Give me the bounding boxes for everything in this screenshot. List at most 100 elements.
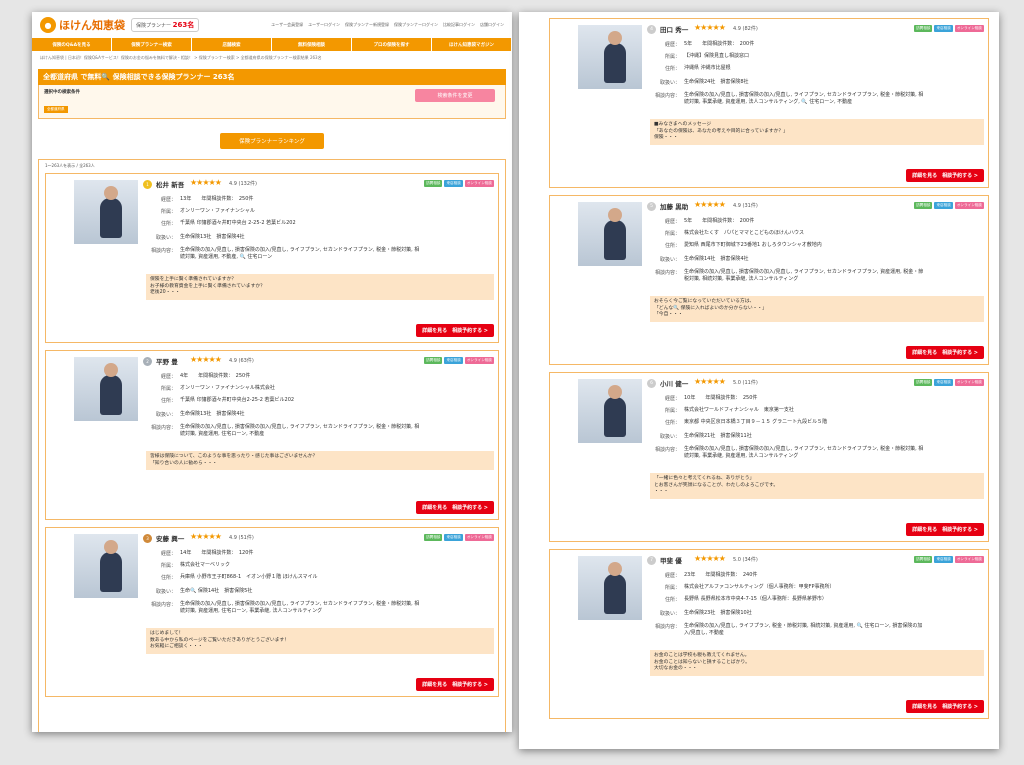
badge-store: 来店相談: [444, 180, 463, 187]
ranking-button[interactable]: 保険プランナーランキング: [220, 133, 324, 149]
consult-badges: 訪問相談 来店相談 オンライン相談: [914, 379, 984, 386]
nav-item[interactable]: プロの保険を探す: [352, 38, 432, 51]
detail-reserve-button[interactable]: 詳細を見る 相談予約する >: [416, 678, 494, 691]
address-row: 住所： 兵庫県 小野市王子町868-1 イオン小野１階 ほけんスマイル: [160, 574, 318, 581]
badge-visit: 訪問相談: [914, 556, 933, 563]
nav-item[interactable]: 保険のQ&Aを見る: [32, 38, 112, 51]
office-row: 所属： 株式会社マーベリック: [160, 562, 231, 569]
career-row: 経歴： 10年 年間相談件数： 250件: [664, 395, 758, 402]
star-rating-icon: ★★★★★: [190, 532, 222, 541]
rating-value: 5.0 (11件): [733, 380, 758, 386]
badge-online: オンライン相談: [954, 379, 984, 386]
star-rating-icon: ★★★★★: [694, 554, 726, 563]
rank-icon: 1: [143, 180, 152, 189]
condition-tag: 全都道府県: [44, 106, 68, 113]
header-link[interactable]: 保険プランナーログイン: [394, 22, 438, 28]
planner-list: 1〜263人を表示 / 全263人 1 松井 新吾 ★★★★★ 4.9 (132…: [38, 159, 506, 732]
detail-reserve-button[interactable]: 詳細を見る 相談予約する >: [416, 324, 494, 337]
planner-photo[interactable]: [578, 379, 642, 443]
planner-message: 「一緒に色々と考えてくれるね、ありがとう」 とお客さんが笑顔になることが、わたしの…: [650, 473, 984, 499]
badge-online: オンライン相談: [954, 25, 984, 32]
office-row: 所属： オンリーワン・ファイナンシャル株式会社: [160, 385, 275, 392]
handling-row: 取扱い： 生命保険13社 損害保険4社: [155, 234, 245, 241]
career-row: 経歴： 5年 年間相談件数： 200件: [664, 218, 755, 225]
nav-item[interactable]: 保険プランナー検索: [112, 38, 192, 51]
rank-icon: 6: [647, 379, 656, 388]
badge-online: オンライン相談: [954, 556, 984, 563]
rank-icon: 3: [143, 534, 152, 543]
star-rating-icon: ★★★★★: [694, 23, 726, 32]
office-row: 所属： 株式会社アルファコンサルティング（個人事務所：甲斐FP事務所）: [664, 584, 835, 591]
consult-row: 相談内容： 生命保険の加入/見直し, 損害保険の加入/見直し, ライフプラン, セ…: [150, 424, 420, 437]
badge-visit: 訪問相談: [424, 180, 443, 187]
planner-name[interactable]: 小川 健一: [660, 378, 688, 388]
detail-reserve-button[interactable]: 詳細を見る 相談予約する >: [906, 346, 984, 359]
address-row: 住所： 千葉県 印旛郡酒々井町中央台 2-25-2 若葉ビル202: [160, 220, 296, 227]
planner-name[interactable]: 松井 新吾: [156, 179, 184, 189]
consult-row: 相談内容： 生命保険の加入/見直し, 損害保険の加入/見直し, ライフプラン, セ…: [150, 601, 420, 614]
badge-store: 来店相談: [934, 556, 953, 563]
badge-visit: 訪問相談: [424, 534, 443, 541]
rank-icon: 5: [647, 202, 656, 211]
detail-reserve-button[interactable]: 詳細を見る 相談予約する >: [906, 523, 984, 536]
page-title: 全都道府県 で無料🔍 保険相談できる保険プランナー 263名: [38, 69, 506, 85]
rating-value: 5.0 (34件): [733, 557, 758, 563]
search-conditions: 選択中の検索条件 全都道府県 検索条件を変更: [38, 85, 506, 119]
planner-message: おそらく今ご覧になっていただいている方は、 「どんな🔍 保険に入ればよいのか分から…: [650, 296, 984, 322]
consult-badges: 訪問相談 来店相談 オンライン相談: [914, 202, 984, 209]
planner-name[interactable]: 甲斐 優: [660, 555, 682, 565]
nav-item[interactable]: 無料保険相談: [272, 38, 352, 51]
planner-name[interactable]: 加藤 黒助: [660, 201, 688, 211]
planner-card: 2 平野 豊 ★★★★★ 4.9 (63件) 訪問相談 来店相談 オンライン相談…: [45, 350, 499, 520]
office-row: 所属： 株式会社ワールドフィナンシャル 東京第一支社: [664, 407, 794, 414]
header-links: ユーザー会員登録 ユーザーログイン 保険プランナー新規登録 保険プランナーログイ…: [271, 22, 504, 28]
planner-message: 保険を上手に賢く準備されていますか？ お子様の教育資金を上手に賢く準備されています…: [146, 274, 494, 300]
planner-photo[interactable]: [74, 357, 138, 421]
header-link[interactable]: 店舗ログイン: [480, 22, 504, 28]
planner-photo[interactable]: [74, 534, 138, 598]
consult-row: 相談内容： 生命保険の加入/見直し, 損害保険の加入/見直し, ライフプラン, セ…: [654, 92, 924, 105]
planner-photo[interactable]: [74, 180, 138, 244]
badge-online: オンライン相談: [954, 202, 984, 209]
planner-photo[interactable]: [578, 202, 642, 266]
header-link[interactable]: 保険プランナー新規登録: [345, 22, 389, 28]
planner-message: はじめまして！ 数ある中から私のページをご覧いただきありがとうございます！ お気軽に…: [146, 628, 494, 654]
badge-online: オンライン相談: [464, 534, 494, 541]
planner-photo[interactable]: [578, 25, 642, 89]
rating-value: 4.9 (31件): [733, 203, 758, 209]
career-row: 経歴： 23年 年間相談件数： 240件: [664, 572, 758, 579]
owl-logo-icon: ●: [40, 17, 56, 33]
badge-visit: 訪問相談: [914, 25, 933, 32]
detail-reserve-button[interactable]: 詳細を見る 相談予約する >: [416, 501, 494, 514]
left-screenshot: ● ほけん知恵袋 保険プランナー 263名 ユーザー会員登録 ユーザーログイン …: [32, 12, 512, 732]
planner-name[interactable]: 安藤 興一: [156, 533, 184, 543]
planner-message: お金のことは学校も親も教えてくれません。 お金のことは知らないと損することばかり。…: [650, 650, 984, 676]
nav-item[interactable]: ほけん知恵袋マガジン: [432, 38, 512, 51]
planner-name[interactable]: 平野 豊: [156, 356, 178, 366]
planner-card: 5 加藤 黒助 ★★★★★ 4.9 (31件) 訪問相談 来店相談 オンライン相…: [549, 195, 989, 365]
header-link[interactable]: 比較記事ログイン: [443, 22, 475, 28]
detail-reserve-button[interactable]: 詳細を見る 相談予約する >: [906, 700, 984, 713]
star-rating-icon: ★★★★★: [190, 178, 222, 187]
career-row: 経歴： 4年 年間相談件数： 250件: [160, 373, 251, 380]
badge-visit: 訪問相談: [424, 357, 443, 364]
star-rating-icon: ★★★★★: [190, 355, 222, 364]
change-conditions-button[interactable]: 検索条件を変更: [415, 89, 495, 102]
planner-count-box: 保険プランナー 263名: [131, 18, 200, 32]
nav-item[interactable]: 店舗検索: [192, 38, 272, 51]
consult-badges: 訪問相談 来店相談 オンライン相談: [914, 556, 984, 563]
header-link[interactable]: ユーザーログイン: [308, 22, 340, 28]
detail-reserve-button[interactable]: 詳細を見る 相談予約する >: [906, 169, 984, 182]
career-row: 経歴： 5年 年間相談件数： 200件: [664, 41, 755, 48]
consult-badges: 訪問相談 来店相談 オンライン相談: [424, 534, 494, 541]
header-link[interactable]: ユーザー会員登録: [271, 22, 303, 28]
planner-name[interactable]: 田口 秀一: [660, 24, 688, 34]
consult-row: 相談内容： 生命保険の加入/見直し, 損害保険の加入/見直し, ライフプラン, セ…: [654, 446, 924, 459]
address-row: 住所： 千葉県 印旛郡酒々井町中央台2-25-2 若葉ビル202: [160, 397, 295, 404]
planner-photo[interactable]: [578, 556, 642, 620]
site-logo[interactable]: ● ほけん知恵袋: [40, 17, 125, 33]
consult-badges: 訪問相談 来店相談 オンライン相談: [424, 357, 494, 364]
handling-row: 取扱い： 生命保険21社 損害保険11社: [659, 433, 752, 440]
office-row: 所属： オンリーワン・ファイナンシャル: [160, 208, 255, 215]
handling-row: 取扱い： 生命保険24社 損害保険8社: [659, 79, 749, 86]
